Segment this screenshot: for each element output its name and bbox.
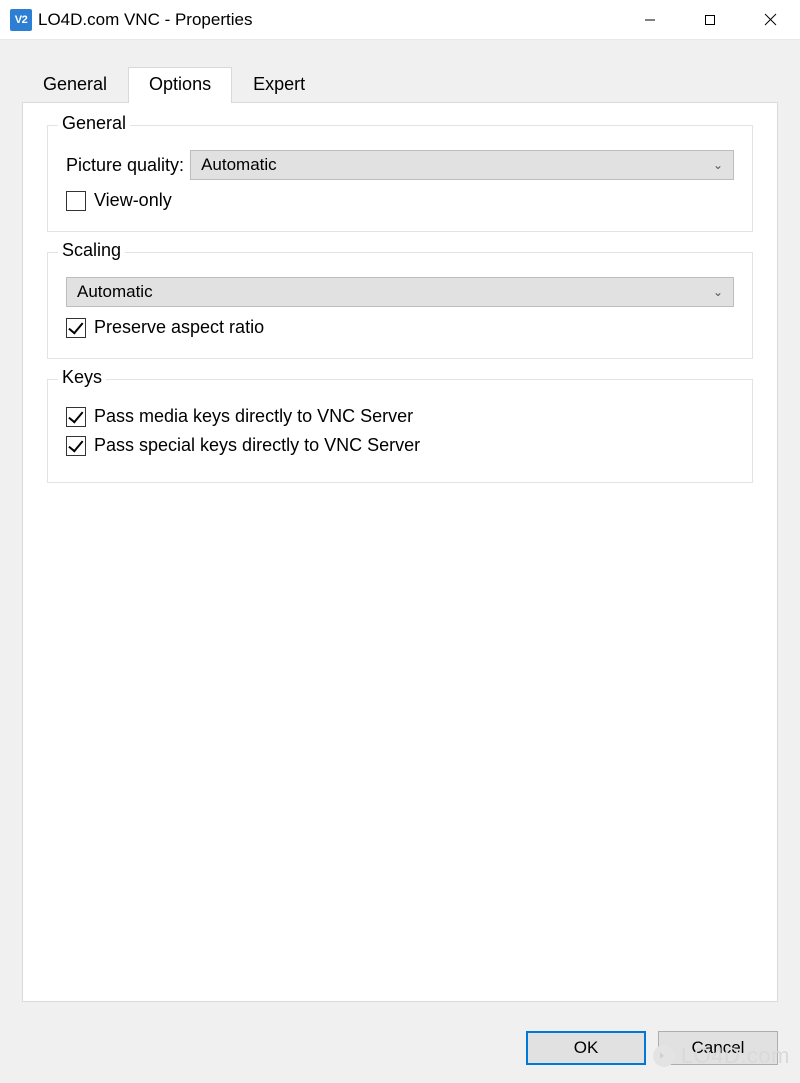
- preserve-aspect-label: Preserve aspect ratio: [94, 317, 264, 338]
- maximize-button[interactable]: [680, 0, 740, 39]
- view-only-row[interactable]: View-only: [66, 190, 734, 211]
- view-only-label: View-only: [94, 190, 172, 211]
- maximize-icon: [704, 14, 716, 26]
- pass-special-keys-label: Pass special keys directly to VNC Server: [94, 435, 420, 456]
- pass-media-keys-row[interactable]: Pass media keys directly to VNC Server: [66, 406, 734, 427]
- tab-expert[interactable]: Expert: [232, 67, 326, 103]
- close-button[interactable]: [740, 0, 800, 39]
- group-scaling-legend: Scaling: [58, 240, 125, 261]
- tab-options[interactable]: Options: [128, 67, 232, 103]
- group-scaling: Scaling Automatic ⌄ Preserve aspect rati…: [47, 252, 753, 359]
- scaling-value: Automatic: [77, 282, 153, 302]
- group-keys: Keys Pass media keys directly to VNC Ser…: [47, 379, 753, 483]
- pass-special-keys-checkbox[interactable]: [66, 436, 86, 456]
- picture-quality-select[interactable]: Automatic ⌄: [190, 150, 734, 180]
- tab-panel-options: General Picture quality: Automatic ⌄ Vie…: [22, 102, 778, 1002]
- tabstrip: General Options Expert: [0, 40, 800, 102]
- ok-button[interactable]: OK: [526, 1031, 646, 1065]
- chevron-down-icon: ⌄: [713, 285, 723, 299]
- client-area: General Options Expert General Picture q…: [0, 40, 800, 1083]
- window-controls: [620, 0, 800, 39]
- app-icon: V2: [10, 9, 32, 31]
- picture-quality-value: Automatic: [201, 155, 277, 175]
- footer-buttons: OK Cancel: [526, 1031, 778, 1065]
- minimize-icon: [644, 14, 656, 26]
- chevron-down-icon: ⌄: [713, 158, 723, 172]
- pass-media-keys-checkbox[interactable]: [66, 407, 86, 427]
- group-general: General Picture quality: Automatic ⌄ Vie…: [47, 125, 753, 232]
- scaling-select[interactable]: Automatic ⌄: [66, 277, 734, 307]
- picture-quality-label: Picture quality:: [66, 155, 184, 176]
- preserve-aspect-row[interactable]: Preserve aspect ratio: [66, 317, 734, 338]
- minimize-button[interactable]: [620, 0, 680, 39]
- window-title: LO4D.com VNC - Properties: [38, 10, 620, 30]
- group-general-legend: General: [58, 113, 130, 134]
- cancel-button[interactable]: Cancel: [658, 1031, 778, 1065]
- tab-general[interactable]: General: [22, 67, 128, 103]
- pass-special-keys-row[interactable]: Pass special keys directly to VNC Server: [66, 435, 734, 456]
- view-only-checkbox[interactable]: [66, 191, 86, 211]
- group-keys-legend: Keys: [58, 367, 106, 388]
- pass-media-keys-label: Pass media keys directly to VNC Server: [94, 406, 413, 427]
- titlebar: V2 LO4D.com VNC - Properties: [0, 0, 800, 40]
- close-icon: [764, 13, 777, 26]
- preserve-aspect-checkbox[interactable]: [66, 318, 86, 338]
